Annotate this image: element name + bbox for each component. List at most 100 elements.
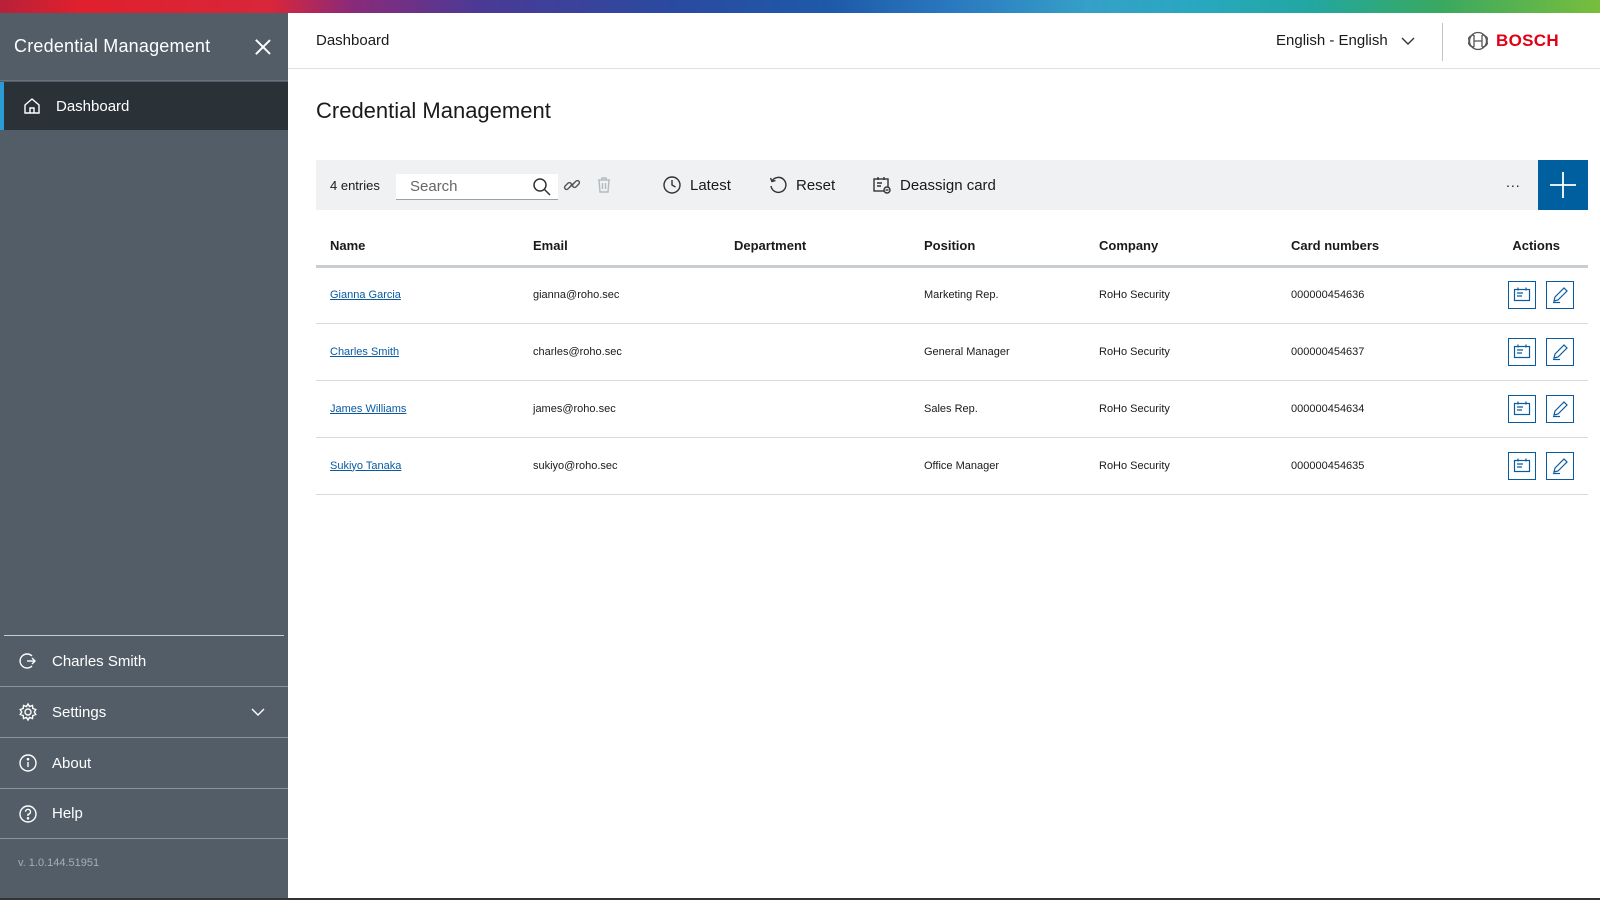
chevron-down-icon <box>1401 37 1415 45</box>
reset-icon <box>769 176 787 194</box>
language-selector[interactable]: English - English <box>1276 32 1416 49</box>
credentials-table: Name Email Department Position Company C… <box>316 226 1588 495</box>
card-icon <box>1513 401 1531 415</box>
card-number-cell: 000000454634 <box>1277 380 1437 438</box>
assign-card-button[interactable] <box>1508 281 1536 309</box>
email-cell: charles@roho.sec <box>519 323 720 381</box>
position-cell: General Manager <box>910 323 1085 381</box>
edit-button[interactable] <box>1546 281 1574 309</box>
sidebar-item-user[interactable]: Charles Smith <box>4 635 284 686</box>
version-label: v. 1.0.144.51951 <box>18 857 100 869</box>
person-name-link[interactable]: James Williams <box>330 403 406 415</box>
position-cell: Sales Rep. <box>910 380 1085 438</box>
actions-cell <box>1437 437 1588 495</box>
department-cell <box>720 323 910 381</box>
assign-card-button[interactable] <box>1508 394 1536 423</box>
help-icon <box>19 804 37 823</box>
card-icon <box>1513 458 1531 472</box>
table-header-row: Name Email Department Position Company C… <box>316 226 1588 268</box>
person-name-link[interactable]: Sukiyo Tanaka <box>330 460 401 472</box>
breadcrumb: Dashboard <box>316 32 390 49</box>
sidebar-item-settings[interactable]: Settings <box>0 686 288 737</box>
actions-cell <box>1437 266 1588 324</box>
search-icon[interactable] <box>532 177 552 197</box>
company-cell: RoHo Security <box>1085 437 1277 495</box>
sidebar-item-label: Settings <box>52 703 107 721</box>
latest-label: Latest <box>690 176 731 194</box>
pencil-icon <box>1553 343 1568 360</box>
chevron-down-icon <box>251 708 265 716</box>
email-cell: sukiyo@roho.sec <box>519 437 720 495</box>
deassign-card-button[interactable]: Deassign card <box>872 175 996 195</box>
company-cell: RoHo Security <box>1085 266 1277 324</box>
divider <box>1442 23 1443 61</box>
department-cell <box>720 380 910 438</box>
table-row: Gianna Garcia gianna@roho.sec Marketing … <box>316 266 1588 324</box>
link-icon[interactable] <box>562 175 582 195</box>
table-row: Charles Smith charles@roho.sec General M… <box>316 323 1588 381</box>
position-cell: Marketing Rep. <box>910 266 1085 324</box>
page-title: Credential Management <box>316 98 551 123</box>
reset-button[interactable]: Reset <box>768 175 835 195</box>
deassign-card-icon <box>873 177 891 194</box>
plus-icon <box>1550 172 1576 198</box>
more-options-button[interactable]: ... <box>1506 174 1521 190</box>
sidebar-item-about[interactable]: About <box>0 737 288 788</box>
reset-label: Reset <box>796 176 836 194</box>
sidebar: Credential Management Dashboard Charles … <box>0 13 288 900</box>
search-box <box>396 174 558 200</box>
latest-button[interactable]: Latest <box>662 175 731 195</box>
column-header-position[interactable]: Position <box>910 226 1085 268</box>
pencil-icon <box>1553 287 1568 304</box>
gear-icon <box>19 702 37 722</box>
delete-icon[interactable] <box>594 175 614 195</box>
column-header-department[interactable]: Department <box>720 226 910 268</box>
edit-button[interactable] <box>1546 451 1574 480</box>
brand-supergraphic-bar <box>0 0 1600 13</box>
sidebar-item-label: About <box>52 754 92 772</box>
info-icon <box>19 754 37 772</box>
column-header-card-numbers[interactable]: Card numbers <box>1277 226 1437 268</box>
email-cell: gianna@roho.sec <box>519 266 720 324</box>
column-header-company[interactable]: Company <box>1085 226 1277 268</box>
email-cell: james@roho.sec <box>519 380 720 438</box>
search-input[interactable] <box>396 178 526 195</box>
logout-icon <box>19 653 36 669</box>
sidebar-header: Credential Management <box>0 13 288 81</box>
pencil-icon <box>1553 400 1568 417</box>
close-sidebar-icon[interactable] <box>252 36 274 58</box>
assign-card-button[interactable] <box>1508 451 1536 480</box>
actions-cell <box>1437 323 1588 381</box>
sidebar-item-label: Charles Smith <box>52 652 147 670</box>
edit-button[interactable] <box>1546 337 1574 366</box>
table-toolbar: 4 entries Latest Reset Deassign card ... <box>316 160 1588 210</box>
person-name-link[interactable]: Charles Smith <box>330 346 399 358</box>
bosch-logo: BOSCH <box>1468 31 1559 51</box>
add-credential-button[interactable] <box>1538 160 1588 210</box>
company-cell: RoHo Security <box>1085 380 1277 438</box>
clock-icon <box>663 176 681 194</box>
top-bar: Dashboard English - English BOSCH <box>288 13 1600 69</box>
language-label: English - English <box>1276 32 1388 49</box>
column-header-actions: Actions <box>1437 226 1588 268</box>
person-name-link[interactable]: Gianna Garcia <box>330 289 401 301</box>
card-number-cell: 000000454635 <box>1277 437 1437 495</box>
bosch-logo-text: BOSCH <box>1496 30 1559 50</box>
column-header-name[interactable]: Name <box>316 226 519 268</box>
sidebar-item-help[interactable]: Help <box>0 788 288 839</box>
sidebar-bottom-menu: Charles Smith Settings About Help <box>0 635 288 839</box>
column-header-email[interactable]: Email <box>519 226 720 268</box>
table-row: Sukiyo Tanaka sukiyo@roho.sec Office Man… <box>316 437 1588 495</box>
sidebar-item-label: Dashboard <box>56 97 130 115</box>
assign-card-button[interactable] <box>1508 337 1536 366</box>
actions-cell <box>1437 380 1588 438</box>
pencil-icon <box>1553 457 1568 474</box>
department-cell <box>720 437 910 495</box>
company-cell: RoHo Security <box>1085 323 1277 381</box>
bosch-armature-icon <box>1468 31 1488 50</box>
sidebar-item-dashboard[interactable]: Dashboard <box>0 82 288 130</box>
sidebar-title: Credential Management <box>14 36 211 56</box>
edit-button[interactable] <box>1546 394 1574 423</box>
table-row: James Williams james@roho.sec Sales Rep.… <box>316 380 1588 438</box>
deassign-card-label: Deassign card <box>900 176 996 194</box>
